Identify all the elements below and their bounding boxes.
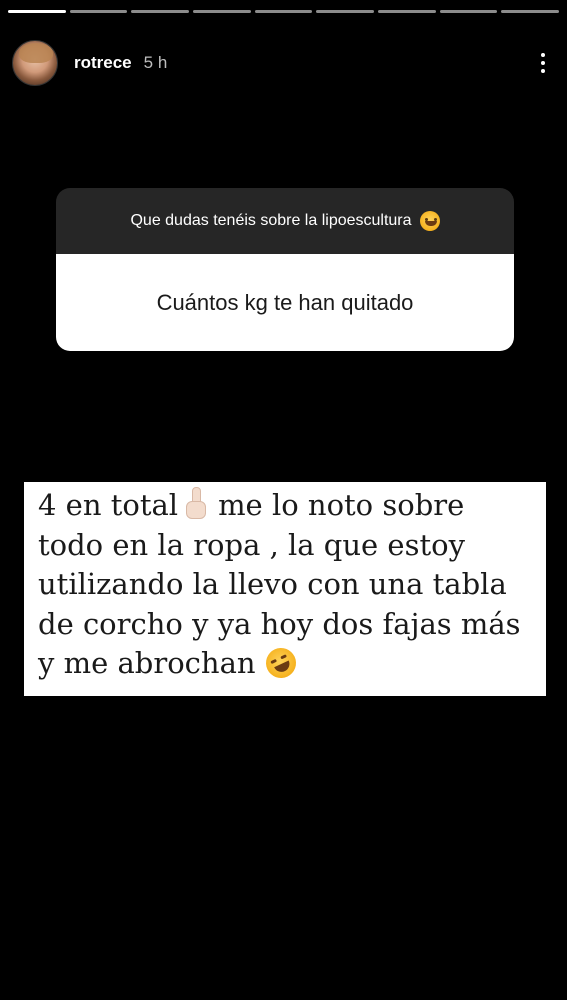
reply-line: 4 en total me lo noto sobre xyxy=(38,486,532,526)
question-answer-text: Cuántos kg te han quitado xyxy=(156,289,414,315)
reply-line: de corcho y ya hoy dos fajas más xyxy=(38,606,521,641)
avatar[interactable] xyxy=(12,40,58,86)
reply-line: todo en la ropa , la que estoy xyxy=(38,527,465,562)
reply-line: y me abrochan xyxy=(38,643,532,684)
reply-line: utilizando la llevo con una tabla xyxy=(38,567,507,601)
post-time: 5 h xyxy=(143,53,168,72)
story-header: rotrece 5 h xyxy=(12,38,555,88)
reply-text-box: 4 en total me lo noto sobre todo en la ro… xyxy=(24,482,546,696)
story-progress-bar xyxy=(8,10,560,13)
username[interactable]: rotrece xyxy=(74,53,132,73)
crossed-fingers-icon xyxy=(184,487,207,519)
progress-segment xyxy=(193,10,251,13)
rolling-on-floor-laughing-icon xyxy=(260,643,301,683)
progress-segment xyxy=(254,10,313,13)
progress-segment xyxy=(378,10,436,13)
question-answer: Cuántos kg te han quitado xyxy=(56,254,514,351)
question-prompt-text: Que dudas tenéis sobre la lipoescultura xyxy=(130,212,412,229)
progress-segment xyxy=(8,10,66,13)
reply-line-text: me lo noto sobre xyxy=(218,488,465,522)
more-vertical-icon[interactable] xyxy=(531,48,555,78)
progress-segment xyxy=(439,10,498,13)
smiling-face-with-hearts-icon xyxy=(419,211,440,231)
progress-segment xyxy=(316,10,375,13)
progress-segment xyxy=(131,10,190,13)
progress-segment xyxy=(69,10,128,13)
reply-line-text: y me abrochan xyxy=(38,646,256,680)
progress-segment xyxy=(501,10,560,13)
question-sticker[interactable]: Que dudas tenéis sobre la lipoescultura … xyxy=(56,188,514,351)
question-prompt: Que dudas tenéis sobre la lipoescultura xyxy=(56,188,514,254)
reply-line-text: 4 en total xyxy=(38,488,179,522)
